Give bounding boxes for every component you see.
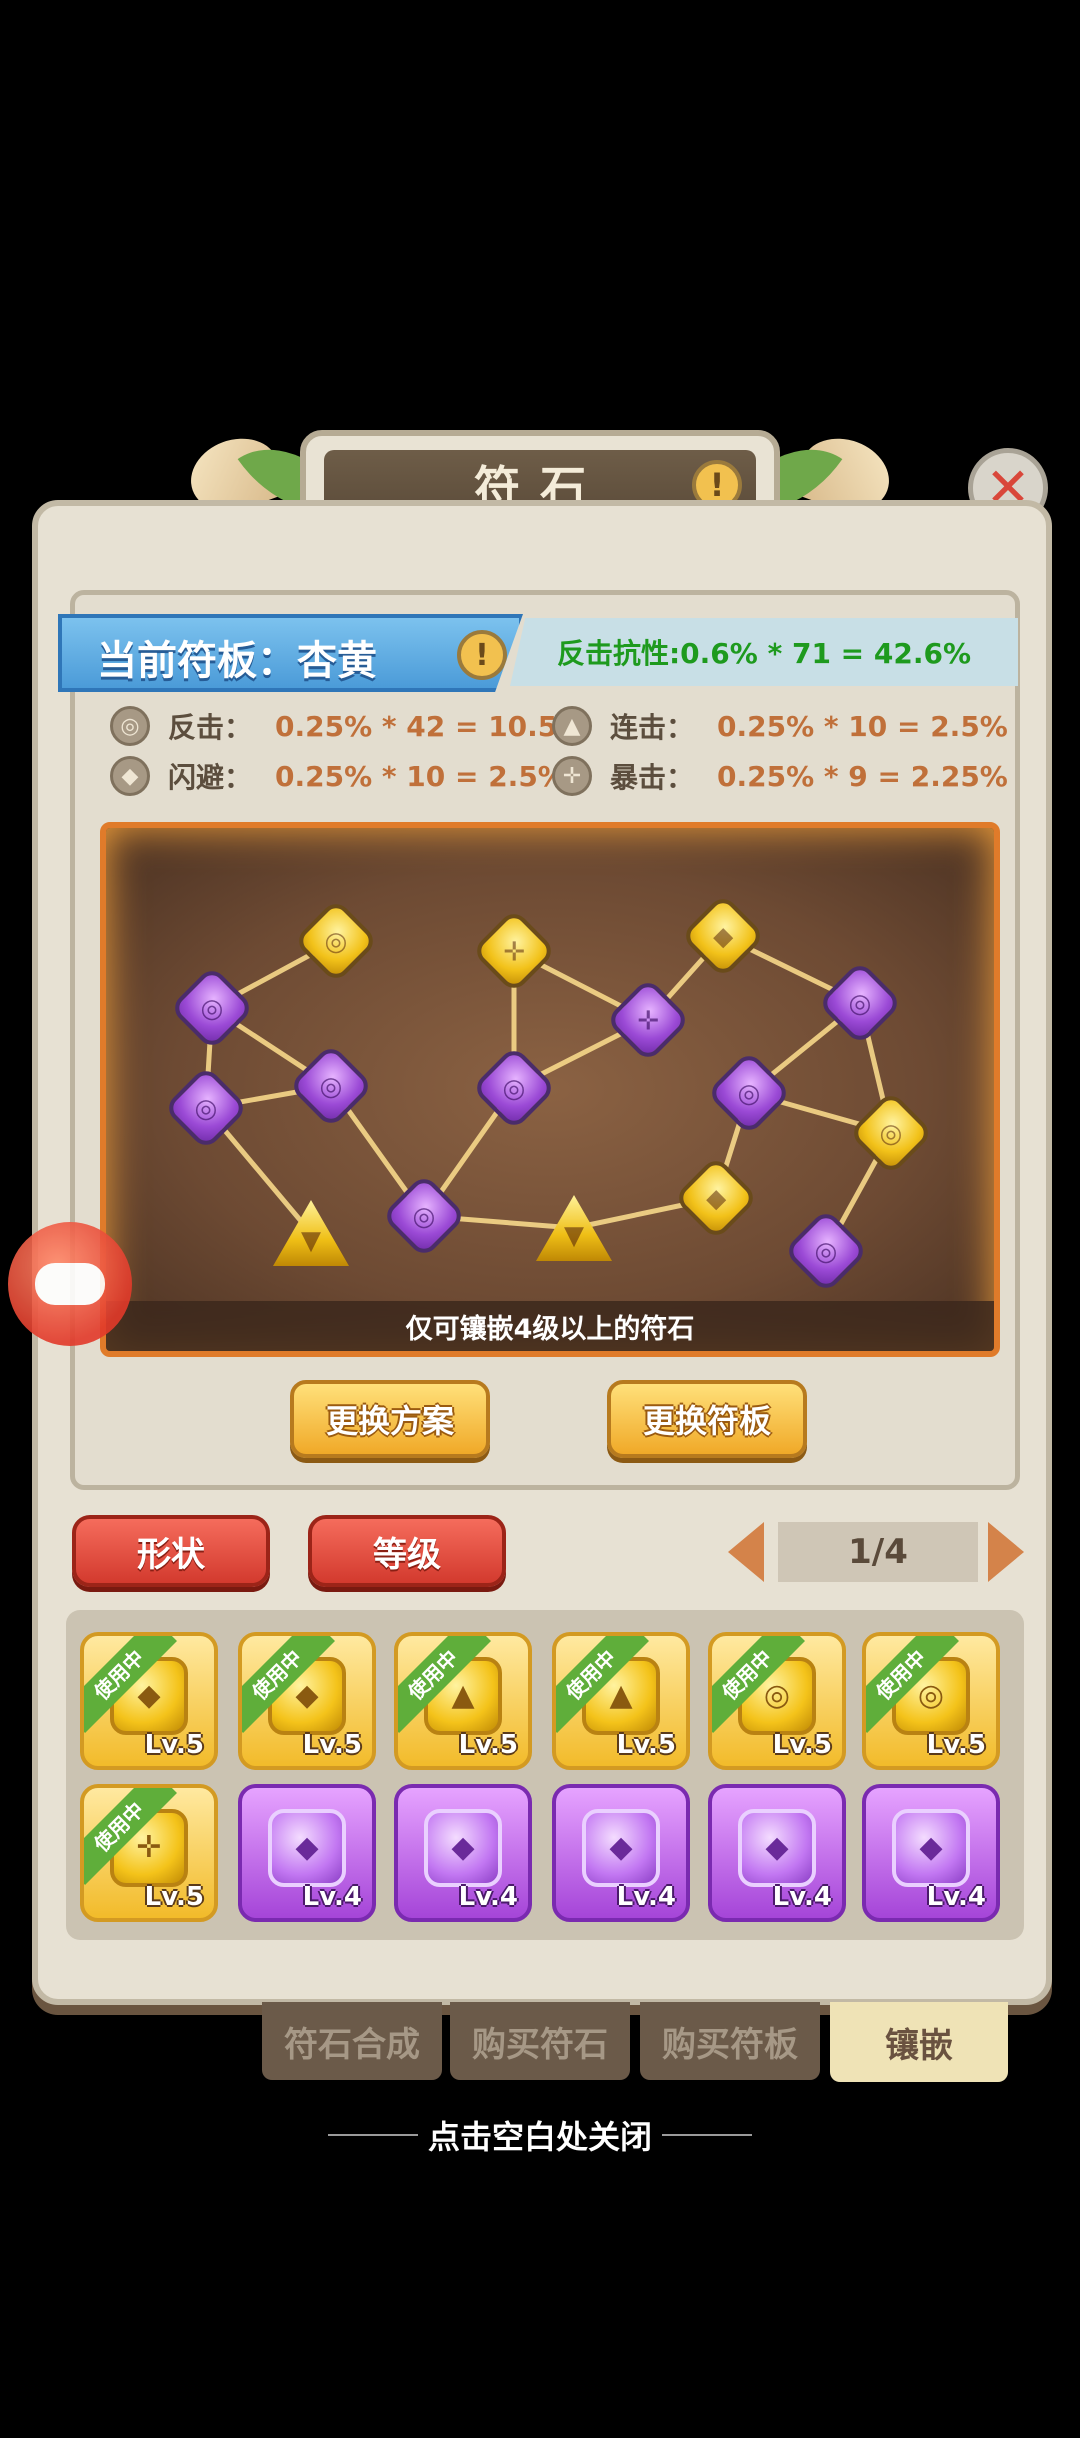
rune-level: Lv.5 <box>302 1730 362 1760</box>
rune-board: ◎ ◎ ◎ ◎ ▼ ◎ ✛ ◎ ✛ ▼ ◆ ◆ ◎ ◎ ◎ ◎ 仅可镶嵌4级以上… <box>100 822 1000 1357</box>
rune-level: Lv.4 <box>616 1882 676 1912</box>
level-filter-button[interactable]: 等级 <box>308 1515 506 1587</box>
stat-value: 0.25% * 10 = 2.5% <box>275 759 566 793</box>
hint-line-left <box>327 2134 418 2136</box>
rune-level: Lv.4 <box>302 1882 362 1912</box>
inventory-slot[interactable]: ◆ Lv.4 <box>552 1784 690 1922</box>
rune-level: Lv.5 <box>772 1730 832 1760</box>
rune-level: Lv.5 <box>144 1882 204 1912</box>
rune-stone-icon: ◆ <box>268 1808 346 1887</box>
rune-stone-icon: ◆ <box>424 1808 502 1887</box>
inventory-slot[interactable]: ✛ 使用中 Lv.5 <box>80 1784 218 1922</box>
inventory-slot[interactable]: ◆ Lv.4 <box>708 1784 846 1922</box>
stat-label: 闪避： <box>168 761 253 794</box>
spiral-icon: ◎ <box>110 706 150 746</box>
tab-buy-runes[interactable]: 购买符石 <box>450 2002 630 2080</box>
stat-combo: ▲ 连击： 0.25% * 10 = 2.5% <box>552 704 1008 748</box>
inventory-slot[interactable]: ◆ Lv.4 <box>394 1784 532 1922</box>
stat-label: 连击： <box>610 711 695 744</box>
prev-page-icon[interactable] <box>728 1522 764 1582</box>
diamond-icon: ◆ <box>110 756 150 796</box>
stat-counter: ◎ 反击： 0.25% * 42 = 10.5% <box>110 704 585 748</box>
stat-label: 反击： <box>168 711 253 744</box>
shape-filter-button[interactable]: 形状 <box>72 1515 270 1587</box>
tab-inlay[interactable]: 镶嵌 <box>830 2002 1008 2082</box>
tab-rune-synthesis[interactable]: 符石合成 <box>262 2002 442 2080</box>
stat-value: 0.25% * 10 = 2.5% <box>717 709 1008 743</box>
gamepad-float-icon[interactable] <box>8 1222 132 1346</box>
stat-value: 0.25% * 9 = 2.25% <box>717 759 1008 793</box>
board-name-banner: 当前符板：杏黄 ! <box>58 614 523 692</box>
inventory-slot[interactable]: ◎ 使用中 Lv.5 <box>862 1632 1000 1770</box>
inventory-slot[interactable]: ▲ 使用中 Lv.5 <box>552 1632 690 1770</box>
rune-level: Lv.5 <box>926 1730 986 1760</box>
inventory-slot[interactable]: ◆ Lv.4 <box>238 1784 376 1922</box>
next-page-icon[interactable] <box>988 1522 1024 1582</box>
inventory-slot[interactable]: ◆ 使用中 Lv.5 <box>80 1632 218 1770</box>
rune-level: Lv.5 <box>616 1730 676 1760</box>
rune-level: Lv.5 <box>144 1730 204 1760</box>
resist-bar: 反击抗性:0.6% * 71 = 42.6% <box>510 618 1018 686</box>
close-hint-text: 点击空白处关闭 <box>427 2118 652 2156</box>
inventory-slot[interactable]: ◎ 使用中 Lv.5 <box>708 1632 846 1770</box>
rune-stone-icon: ◆ <box>892 1808 970 1887</box>
rune-stone-icon: ◆ <box>738 1808 816 1887</box>
change-board-button[interactable]: 更换符板 <box>607 1380 807 1458</box>
hint-line-right <box>662 2134 752 2136</box>
rune-stone-icon: ◆ <box>582 1808 660 1887</box>
stat-dodge: ◆ 闪避： 0.25% * 10 = 2.5% <box>110 754 566 798</box>
close-hint[interactable]: 点击空白处关闭 <box>300 2110 780 2160</box>
tab-buy-boards[interactable]: 购买符板 <box>640 2002 820 2080</box>
inventory-slot[interactable]: ◆ 使用中 Lv.5 <box>238 1632 376 1770</box>
rune-level: Lv.5 <box>458 1730 518 1760</box>
crosshair-icon: ✛ <box>552 756 592 796</box>
rune-level: Lv.4 <box>926 1882 986 1912</box>
board-name: 当前符板：杏黄 <box>97 638 377 684</box>
page-indicator: 1/4 <box>778 1522 978 1582</box>
stat-crit: ✛ 暴击： 0.25% * 9 = 2.25% <box>552 754 1008 798</box>
inventory-slot[interactable]: ▲ 使用中 Lv.5 <box>394 1632 532 1770</box>
resist-text: 反击抗性:0.6% * 71 = 42.6% <box>556 637 972 670</box>
stat-label: 暴击： <box>610 761 695 794</box>
rune-links <box>203 933 894 1254</box>
rune-level: Lv.4 <box>458 1882 518 1912</box>
stat-value: 0.25% * 42 = 10.5% <box>275 709 586 743</box>
gamepad-icon <box>35 1263 105 1305</box>
board-info-icon[interactable]: ! <box>457 630 507 680</box>
change-plan-button[interactable]: 更换方案 <box>290 1380 490 1458</box>
rune-level: Lv.4 <box>772 1882 832 1912</box>
rune-inventory: ◆ 使用中 Lv.5 ◆ 使用中 Lv.5 ▲ 使用中 Lv.5 ▲ 使用中 L… <box>66 1610 1024 1940</box>
inventory-slot[interactable]: ◆ Lv.4 <box>862 1784 1000 1922</box>
triangle-icon: ▲ <box>552 706 592 746</box>
board-note: 仅可镶嵌4级以上的符石 <box>106 1301 994 1351</box>
